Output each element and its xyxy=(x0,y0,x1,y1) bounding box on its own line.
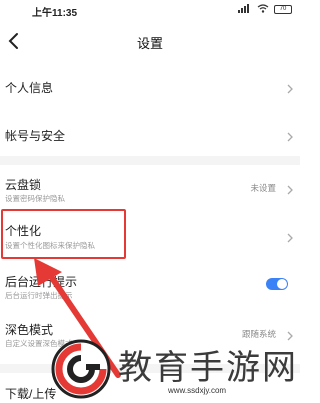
watermark-logo-icon xyxy=(51,339,111,399)
watermark: 教育手游网 www.ssdxjy.com xyxy=(50,338,300,403)
watermark-text: 教育手游网 xyxy=(118,348,298,388)
watermark-url: www.ssdxjy.com xyxy=(168,386,227,395)
